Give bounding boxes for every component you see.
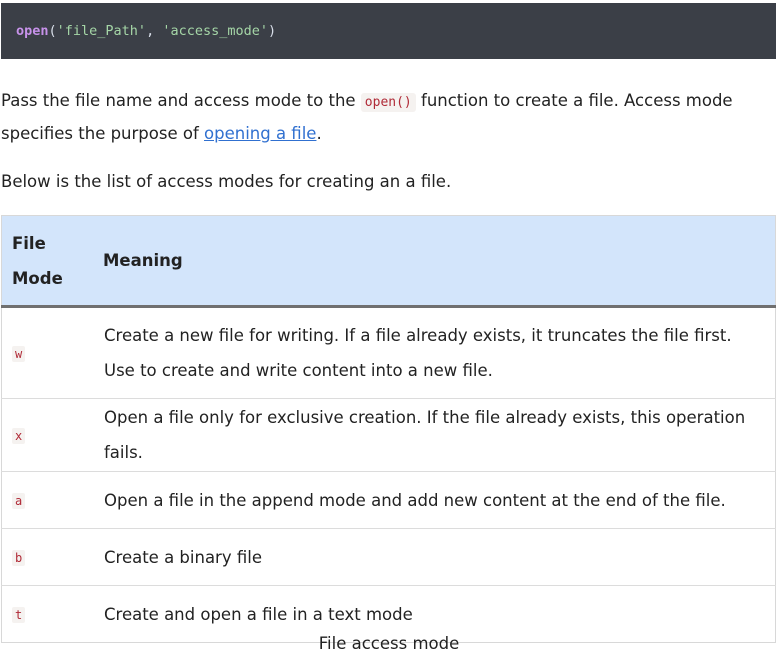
intro-text-after: .: [316, 124, 322, 143]
inline-code-open: open(): [360, 93, 416, 112]
table-row: w Create a new file for writing. If a fi…: [1, 306, 776, 399]
intro-text-before: Pass the file name and access mode to th…: [1, 91, 361, 110]
header-meaning: Meaning: [103, 215, 776, 308]
meaning-cell: Open a file in the append mode and add n…: [103, 471, 776, 529]
list-intro-paragraph: Below is the list of access modes for cr…: [1, 172, 452, 191]
code-comma: ,: [146, 23, 163, 39]
header-file-mode-line2: Mode: [12, 268, 63, 288]
meaning-cell: Open a file only for exclusive creation.…: [103, 398, 776, 472]
code-arg-file-path: 'file_Path': [56, 23, 147, 39]
access-modes-table: File Mode Meaning w Create a new file for…: [1, 215, 776, 643]
table-row: x Open a file only for exclusive creatio…: [1, 398, 776, 472]
code-close-paren: ): [268, 23, 277, 39]
mode-code: b: [12, 549, 26, 566]
mode-cell: a: [1, 471, 103, 529]
opening-a-file-link[interactable]: opening a file: [204, 124, 316, 143]
code-function-name: open: [16, 23, 49, 39]
header-file-mode: File Mode: [1, 215, 103, 308]
meaning-cell: Create a binary file: [103, 528, 776, 586]
mode-cell: x: [1, 398, 103, 472]
mode-code: x: [12, 427, 26, 444]
table-caption: File access mode: [318, 634, 460, 653]
mode-code: t: [12, 606, 26, 623]
header-file-mode-line1: File: [12, 233, 46, 253]
mode-cell: b: [1, 528, 103, 586]
mode-code: a: [12, 492, 26, 509]
code-arg-access-mode: 'access_mode': [162, 23, 268, 39]
mode-code: w: [12, 345, 26, 362]
code-block: open('file_Path', 'access_mode'): [1, 3, 776, 59]
table-row: a Open a file in the append mode and add…: [1, 471, 776, 529]
table-header-row: File Mode Meaning: [1, 215, 776, 308]
code-open-paren: (: [48, 23, 57, 39]
meaning-cell: Create a new file for writing. If a file…: [103, 306, 776, 399]
table-row: b Create a binary file: [1, 528, 776, 586]
mode-cell: w: [1, 306, 103, 399]
intro-paragraph: Pass the file name and access mode to th…: [1, 85, 776, 149]
